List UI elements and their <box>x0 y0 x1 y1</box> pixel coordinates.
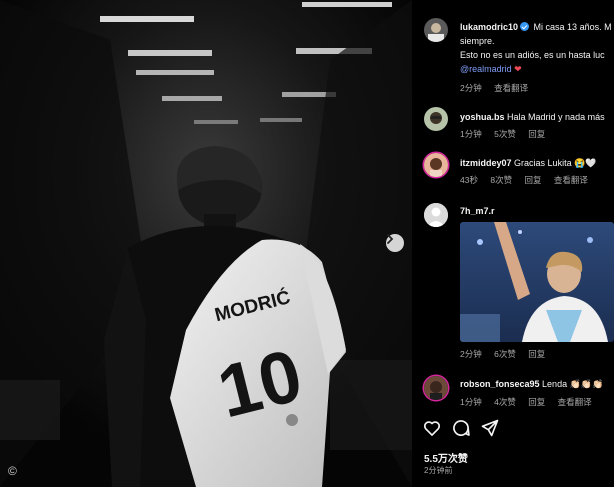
caption-translate-link[interactable]: 查看翻译 <box>494 83 528 93</box>
comment-likes[interactable]: 6次赞 <box>494 349 516 359</box>
caption-time: 2分钟 <box>460 83 482 93</box>
comment-likes[interactable]: 8次赞 <box>490 175 512 185</box>
default-avatar-icon <box>424 203 448 227</box>
tunnel-photo: MODRIĆ 10 <box>0 0 412 487</box>
translate-link[interactable]: 查看翻译 <box>554 175 588 185</box>
comment-avatar[interactable] <box>424 376 448 400</box>
comment-username[interactable]: itzmiddey07 <box>460 158 512 168</box>
mention-link[interactable]: @realmadrid <box>460 64 512 74</box>
celebration-photo <box>460 222 614 342</box>
comments-panel: lukamodric10 Mi casa 13 años. M siempre.… <box>412 0 614 487</box>
caption-line1: Mi casa 13 años. M <box>533 22 612 32</box>
comment-time: 1分钟 <box>460 397 482 407</box>
chevron-right-icon <box>387 234 394 244</box>
comment-username[interactable]: robson_fonseca95 <box>460 379 540 389</box>
comment-text: 7h_m7.r <box>460 204 495 218</box>
reply-link[interactable]: 回复 <box>528 349 545 359</box>
author-avatar[interactable] <box>424 18 448 42</box>
comment-text: robson_fonseca95 Lenda 👏🏻👏🏻👏🏻 <box>460 377 603 391</box>
comment-text: yoshua.bs Hala Madrid y nada más <box>460 110 605 124</box>
comment-body: Hala Madrid y nada más <box>507 112 605 122</box>
caption: lukamodric10 Mi casa 13 años. M siempre.… <box>460 20 612 76</box>
caption-line3: Esto no es un adiós, es un hasta luc <box>460 50 605 60</box>
comment-time: 1分钟 <box>460 129 482 139</box>
comment-meta: 1分钟 4次赞 回复 查看翻译 <box>460 396 602 408</box>
comment-avatar[interactable] <box>424 107 448 131</box>
comment-body: Lenda 👏🏻👏🏻👏🏻 <box>542 379 604 389</box>
reply-link[interactable]: 回复 <box>528 397 545 407</box>
comment-avatar[interactable] <box>424 153 448 177</box>
comment-image[interactable] <box>460 222 614 342</box>
comment-text: itzmiddey07 Gracias Lukita 😭🤍 <box>460 156 596 170</box>
post-image: MODRIĆ 10 © <box>0 0 412 487</box>
comment-meta: 1分钟 5次赞 回复 <box>460 128 555 140</box>
red-heart-emoji: ❤ <box>514 64 522 74</box>
reply-link[interactable]: 回复 <box>524 175 541 185</box>
verified-icon <box>520 22 530 31</box>
next-photo-button[interactable] <box>386 234 404 252</box>
comment-username[interactable]: 7h_m7.r <box>460 206 495 216</box>
comment-username[interactable]: yoshua.bs <box>460 112 505 122</box>
translate-link[interactable]: 查看翻译 <box>558 397 592 407</box>
author-username[interactable]: lukamodric10 <box>460 22 518 32</box>
comment-meta: 2分钟 6次赞 回复 <box>460 348 555 360</box>
comment-avatar[interactable] <box>424 203 448 227</box>
comment-time: 2分钟 <box>460 349 482 359</box>
comment-likes[interactable]: 5次赞 <box>494 129 516 139</box>
copyright-mark: © <box>8 464 17 478</box>
share-icon[interactable] <box>480 418 500 438</box>
like-count[interactable]: 5.5万次赞 <box>424 450 468 465</box>
reply-link[interactable]: 回复 <box>528 129 545 139</box>
comment-time: 43秒 <box>460 175 478 185</box>
comment-body: Gracias Lukita 😭🤍 <box>514 158 597 168</box>
heart-icon[interactable] <box>422 418 442 438</box>
post-time: 2分钟前 <box>424 466 453 475</box>
comment-likes[interactable]: 4次赞 <box>494 397 516 407</box>
caption-line2: siempre. <box>460 36 495 46</box>
caption-meta: 2分钟 查看翻译 <box>460 82 538 94</box>
comment-icon[interactable] <box>451 418 471 438</box>
comment-meta: 43秒 8次赞 回复 查看翻译 <box>460 174 598 186</box>
